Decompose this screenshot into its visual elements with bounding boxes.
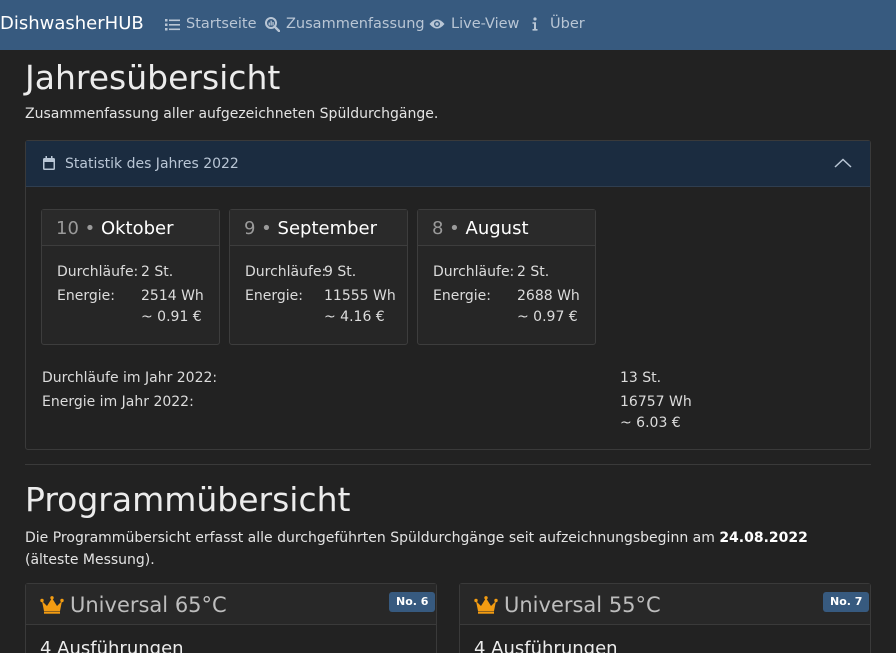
nav-item-zusammenfassung[interactable]: Zusammenfassung [265, 16, 425, 32]
month-card-header: 8 • August [418, 210, 595, 246]
program-card-universal-65: Universal 65°C No. 6 4 Ausführungen [25, 583, 437, 653]
list-icon [165, 18, 180, 30]
month-card-oktober: 10 • Oktober Durchläufe: 2 St. Energie: … [41, 209, 220, 345]
month-number: 10 [56, 218, 79, 239]
program-number-badge: No. 6 [389, 592, 436, 612]
runs-value: 9 St. [324, 264, 357, 280]
month-card-august: 8 • August Durchläufe: 2 St. Energie: 26… [417, 209, 596, 345]
nav-item-live-view[interactable]: Live-View [429, 16, 519, 32]
desc-text: (älteste Messung). [25, 552, 155, 568]
runs-value: 2 St. [141, 264, 174, 280]
crown-icon [40, 596, 64, 614]
cost-value: ~ 4.16 € [324, 309, 385, 325]
runs-label: Durchläufe: [245, 264, 327, 280]
chevron-up-icon[interactable] [834, 158, 852, 168]
month-name: Oktober [100, 218, 174, 239]
program-number-badge: No. 7 [823, 592, 870, 612]
yearly-runs-label: Durchläufe im Jahr 2022: [42, 370, 218, 386]
program-name: Universal 65°C [70, 593, 227, 617]
info-icon [532, 17, 538, 31]
desc-text: Die Programmübersicht erfasst alle durch… [25, 530, 720, 546]
program-runs: 4 Ausführungen [474, 638, 618, 653]
energy-label: Energie: [433, 288, 491, 304]
month-name: August [465, 218, 529, 239]
program-card-header: Universal 55°C No. 7 [460, 584, 870, 625]
month-card-header: 9 • September [230, 210, 407, 246]
yearly-cost-value: ~ 6.03 € [620, 415, 681, 431]
yearly-stats-card: Statistik des Jahres 2022 10 • Oktober D… [25, 140, 871, 450]
crown-icon [474, 596, 498, 614]
month-card-header: 10 • Oktober [42, 210, 219, 246]
month-number: 8 [432, 218, 444, 239]
yearly-runs-value: 13 St. [620, 370, 662, 386]
yearly-subtitle: Zusammenfassung aller aufgezeichneten Sp… [25, 106, 439, 122]
nav-label: Startseite [186, 16, 257, 32]
search-chart-icon [265, 16, 280, 32]
program-runs: 4 Ausführungen [40, 638, 184, 653]
programs-title: Programmübersicht [25, 480, 351, 519]
energy-label: Energie: [245, 288, 303, 304]
yearly-energy-value: 16757 Wh [620, 394, 692, 410]
runs-label: Durchläufe: [57, 264, 139, 280]
brand-link[interactable]: DishwasherHUB [0, 13, 144, 34]
section-divider [25, 464, 871, 465]
energy-value: 2514 Wh [141, 288, 204, 304]
card-header-title: Statistik des Jahres 2022 [65, 156, 239, 172]
nav-item-startseite[interactable]: Startseite [165, 16, 257, 32]
program-card-header: Universal 65°C No. 6 [26, 584, 436, 625]
cost-value: ~ 0.91 € [141, 309, 202, 325]
month-number: 9 [244, 218, 256, 239]
yearly-stats-card-header[interactable]: Statistik des Jahres 2022 [26, 141, 870, 187]
cost-value: ~ 0.97 € [517, 309, 578, 325]
energy-value: 2688 Wh [517, 288, 580, 304]
calendar-icon [43, 156, 55, 170]
eye-icon [429, 19, 445, 29]
yearly-title: Jahresübersicht [25, 58, 281, 97]
runs-value: 2 St. [517, 264, 550, 280]
nav-label: Zusammenfassung [286, 16, 425, 32]
nav-item-ueber[interactable]: Über [530, 16, 585, 32]
navbar: DishwasherHUB Startseite Zusammenfassung… [0, 0, 896, 50]
nav-label: Über [550, 16, 585, 32]
month-name: September [277, 218, 378, 239]
energy-label: Energie: [57, 288, 115, 304]
runs-label: Durchläufe: [433, 264, 515, 280]
yearly-energy-label: Energie im Jahr 2022: [42, 394, 194, 410]
energy-value: 11555 Wh [324, 288, 396, 304]
nav-label: Live-View [451, 16, 520, 32]
first-measurement-date: 24.08.2022 [719, 530, 808, 546]
month-card-september: 9 • September Durchläufe: 9 St. Energie:… [229, 209, 408, 345]
program-card-universal-55: Universal 55°C No. 7 4 Ausführungen [459, 583, 871, 653]
programs-description: Die Programmübersicht erfasst alle durch… [25, 527, 845, 571]
program-name: Universal 55°C [504, 593, 661, 617]
